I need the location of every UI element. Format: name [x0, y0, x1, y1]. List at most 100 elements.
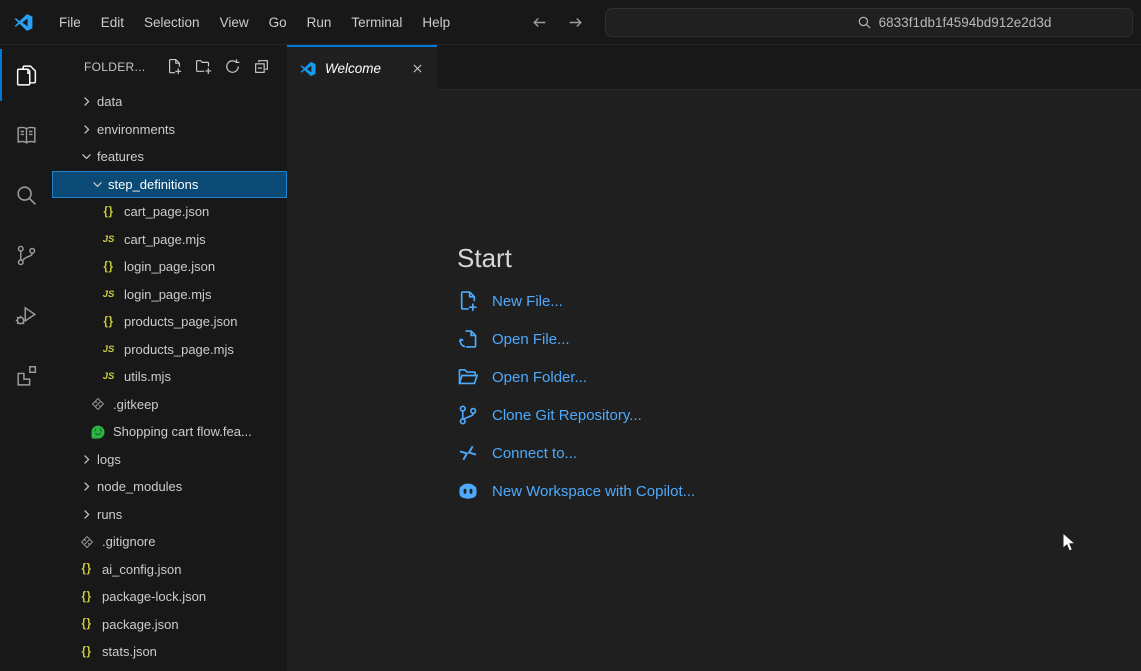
- source-control-icon: [14, 243, 39, 268]
- open-folder-icon: [457, 366, 479, 388]
- activity-item-extensions[interactable]: [0, 345, 52, 405]
- start-link-connect-to[interactable]: Connect to...: [457, 434, 577, 472]
- tree-item-label: data: [97, 94, 122, 109]
- vscode-logo-icon: [300, 61, 316, 77]
- command-center-search[interactable]: 6833f1db1f4594bd912e2d3d: [605, 8, 1133, 37]
- sidebar-header-actions: [166, 58, 270, 75]
- tree-item-label: ai_config.json: [102, 562, 182, 577]
- tree-item-features[interactable]: features: [52, 143, 287, 171]
- tree-item-gitignore[interactable]: .gitignore: [52, 528, 287, 556]
- tree-item-label: package.json: [102, 617, 179, 632]
- explorer-sidebar: FOLDER... data environments features step_d…: [52, 45, 287, 671]
- tree-item-package-json[interactable]: {}package.json: [52, 611, 287, 639]
- javascript-file-icon: JS: [100, 341, 117, 357]
- activity-bar: [0, 45, 52, 671]
- menu-edit[interactable]: Edit: [91, 11, 134, 34]
- file-tree: data environments features step_definitions…: [52, 88, 287, 671]
- start-link-label: Open Folder...: [492, 369, 587, 386]
- menu-help[interactable]: Help: [412, 11, 460, 34]
- chevron-right-icon: [78, 506, 95, 522]
- tree-item-label: cart_page.mjs: [124, 232, 206, 247]
- tree-item-products-page-json[interactable]: {}products_page.json: [52, 308, 287, 336]
- start-link-open-folder[interactable]: Open Folder...: [457, 358, 587, 396]
- tree-item-label: login_page.json: [124, 259, 215, 274]
- remote-icon: [457, 442, 479, 464]
- javascript-file-icon: JS: [100, 369, 117, 385]
- git-file-icon: [78, 534, 95, 550]
- tree-item-login-page-json[interactable]: {} login_page.json: [52, 253, 287, 281]
- tree-item-label: logs: [97, 452, 121, 467]
- start-link-new-file[interactable]: New File...: [457, 282, 563, 320]
- javascript-file-icon: JS: [100, 231, 117, 247]
- start-link-new-workspace-with-copilot[interactable]: New Workspace with Copilot...: [457, 472, 695, 510]
- tree-item-label: features: [97, 149, 144, 164]
- tree-item-products-page-mjs[interactable]: JSproducts_page.mjs: [52, 336, 287, 364]
- tree-item-cart-page-mjs[interactable]: JS cart_page.mjs: [52, 226, 287, 254]
- start-link-label: Open File...: [492, 331, 570, 348]
- new-folder-icon[interactable]: [195, 58, 212, 75]
- close-icon[interactable]: [407, 59, 427, 79]
- new-file-icon: [457, 290, 479, 312]
- activity-item-source-control[interactable]: [0, 225, 52, 285]
- tree-item-label: products_page.json: [124, 314, 237, 329]
- refresh-icon[interactable]: [224, 58, 241, 75]
- tree-item-label: stats.json: [102, 644, 157, 659]
- tree-item-utils-mjs[interactable]: JS utils.mjs: [52, 363, 287, 391]
- tab-welcome[interactable]: Welcome: [287, 45, 437, 90]
- tree-item-cart-page-json[interactable]: {}cart_page.json: [52, 198, 287, 226]
- tree-item-logs[interactable]: logs: [52, 446, 287, 474]
- activity-item-explorer[interactable]: [0, 45, 52, 105]
- chevron-down-icon: [89, 176, 106, 192]
- menu-run[interactable]: Run: [297, 11, 342, 34]
- git-file-icon: [89, 396, 106, 412]
- folder-section-title[interactable]: FOLDER...: [84, 60, 166, 74]
- chevron-right-icon: [78, 451, 95, 467]
- tree-item-environments[interactable]: environments: [52, 116, 287, 144]
- tree-item-gitkeep[interactable]: .gitkeep: [52, 391, 287, 419]
- title-bar: FileEditSelectionViewGoRunTerminalHelp 6…: [0, 0, 1141, 45]
- tree-item-package-lock-json[interactable]: {}package-lock.json: [52, 583, 287, 611]
- menu-terminal[interactable]: Terminal: [341, 11, 412, 34]
- json-file-icon: {}: [100, 259, 117, 275]
- start-link-label: Connect to...: [492, 445, 577, 462]
- debug-icon: [14, 303, 39, 328]
- open-file-icon: [457, 328, 479, 350]
- tree-item-label: step_definitions: [108, 177, 198, 192]
- forward-arrow-button[interactable]: [564, 11, 586, 33]
- tree-item-shopping-cart-flow-fea[interactable]: Shopping cart flow.fea...: [52, 418, 287, 446]
- search-icon: [857, 15, 872, 30]
- start-links: New File... Open File... Open Folder... Clo…: [457, 282, 1141, 510]
- menu-view[interactable]: View: [210, 11, 259, 34]
- tab-bar: Welcome: [287, 45, 1141, 90]
- activity-item-book[interactable]: [0, 105, 52, 165]
- javascript-file-icon: JS: [100, 286, 117, 302]
- menu-selection[interactable]: Selection: [134, 11, 210, 34]
- tree-item-node-modules[interactable]: node_modules: [52, 473, 287, 501]
- tree-item-runs[interactable]: runs: [52, 501, 287, 529]
- tree-item-login-page-mjs[interactable]: JSlogin_page.mjs: [52, 281, 287, 309]
- tree-item-data[interactable]: data: [52, 88, 287, 116]
- start-link-open-file[interactable]: Open File...: [457, 320, 570, 358]
- command-center-query: 6833f1db1f4594bd912e2d3d: [879, 15, 1052, 30]
- activity-item-run-and-debug[interactable]: [0, 285, 52, 345]
- tree-item-stats-json[interactable]: {}stats.json: [52, 638, 287, 666]
- tree-item-ai-config-json[interactable]: {} ai_config.json: [52, 556, 287, 584]
- collapse-all-icon[interactable]: [253, 58, 270, 75]
- book-icon: [14, 123, 39, 148]
- menu-go[interactable]: Go: [259, 11, 297, 34]
- sidebar-header: FOLDER...: [52, 45, 287, 88]
- chevron-right-icon: [78, 121, 95, 137]
- start-link-clone-git-repository[interactable]: Clone Git Repository...: [457, 396, 642, 434]
- menu-file[interactable]: File: [49, 11, 91, 34]
- tree-item-label: utils.mjs: [124, 369, 171, 384]
- json-file-icon: {}: [78, 561, 95, 577]
- extensions-icon: [14, 363, 39, 388]
- files-icon: [14, 63, 39, 88]
- new-file-icon[interactable]: [166, 58, 183, 75]
- tree-item-label: runs: [97, 507, 122, 522]
- tree-item-label: node_modules: [97, 479, 182, 494]
- tree-item-step-definitions[interactable]: step_definitions: [52, 171, 287, 199]
- activity-item-search[interactable]: [0, 165, 52, 225]
- back-arrow-button[interactable]: [528, 11, 550, 33]
- vscode-logo-icon: [14, 13, 33, 32]
